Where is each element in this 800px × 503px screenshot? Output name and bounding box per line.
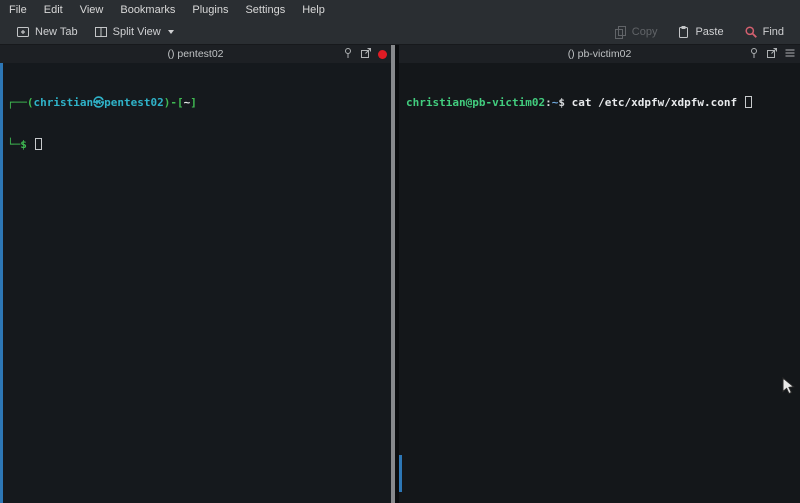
find-icon xyxy=(744,25,758,39)
typed-command: cat /etc/xdpfw/xdpfw.conf xyxy=(572,96,744,109)
prompt-symbol: └─$ xyxy=(7,138,34,151)
menu-view[interactable]: View xyxy=(80,4,104,16)
new-tab-icon xyxy=(16,25,30,38)
mouse-cursor xyxy=(782,377,796,400)
prompt-user-host: christian@pb-victim02 xyxy=(406,96,545,109)
prompt-symbol: $ xyxy=(558,96,571,109)
terminal-command-line: christian@pb-victim02:~$ cat /etc/xdpfw/… xyxy=(406,96,796,110)
find-label: Find xyxy=(763,26,784,38)
activity-indicator-dot xyxy=(378,50,387,59)
find-button[interactable]: Find xyxy=(736,22,792,42)
prompt-frame-close: ] xyxy=(190,96,197,109)
menu-edit[interactable]: Edit xyxy=(44,4,63,16)
detach-icon[interactable] xyxy=(766,47,778,62)
paste-label: Paste xyxy=(695,26,723,38)
terminal-input-line: └─$ xyxy=(7,138,387,152)
terminal-prompt-line: ┌──(christian㉿pentest02)-[~] xyxy=(7,96,387,110)
paste-icon xyxy=(677,25,690,39)
split-view-button[interactable]: Split View xyxy=(86,22,182,41)
pin-icon[interactable] xyxy=(342,47,354,62)
prompt-frame-open: ┌──( xyxy=(7,96,34,109)
menu-bar: File Edit View Bookmarks Plugins Setting… xyxy=(0,0,800,19)
left-pane-title: () pentest02 xyxy=(167,48,223,60)
right-pane-tab-header[interactable]: () pb-victim02 xyxy=(399,45,800,63)
right-pane-title: () pb-victim02 xyxy=(568,48,632,60)
left-terminal-pane[interactable]: ┌──(christian㉿pentest02)-[~] └─$ xyxy=(0,63,391,503)
right-pane-scrollbar-thumb[interactable] xyxy=(399,455,402,492)
paste-button[interactable]: Paste xyxy=(669,22,731,42)
pane-splitter-gap xyxy=(395,45,399,503)
prompt-separator: : xyxy=(545,96,552,109)
terminal-cursor xyxy=(745,96,752,108)
terminal-cursor xyxy=(35,138,42,150)
split-view-label: Split View xyxy=(113,26,161,38)
prompt-user-host: christian㉿pentest02 xyxy=(34,96,164,109)
detach-icon[interactable] xyxy=(360,47,372,62)
right-terminal-pane[interactable]: christian@pb-victim02:~$ cat /etc/xdpfw/… xyxy=(399,63,800,503)
copy-label: Copy xyxy=(632,26,658,38)
pin-icon[interactable] xyxy=(748,47,760,62)
menu-plugins[interactable]: Plugins xyxy=(192,4,228,16)
menu-help[interactable]: Help xyxy=(302,4,325,16)
copy-button[interactable]: Copy xyxy=(606,22,666,42)
menu-hamburger-icon[interactable] xyxy=(784,47,796,62)
split-view-icon xyxy=(94,25,108,38)
menu-bookmarks[interactable]: Bookmarks xyxy=(120,4,175,16)
new-tab-button[interactable]: New Tab xyxy=(8,22,86,41)
toolbar: New Tab Split View Copy xyxy=(0,19,800,45)
prompt-frame-mid: )-[ xyxy=(164,96,184,109)
left-pane-tab-header[interactable]: () pentest02 xyxy=(0,45,391,63)
left-pane-scrollbar[interactable] xyxy=(0,63,3,503)
copy-icon xyxy=(614,25,627,39)
menu-settings[interactable]: Settings xyxy=(245,4,285,16)
new-tab-label: New Tab xyxy=(35,26,78,38)
menu-file[interactable]: File xyxy=(9,4,27,16)
chevron-down-icon xyxy=(168,30,174,34)
